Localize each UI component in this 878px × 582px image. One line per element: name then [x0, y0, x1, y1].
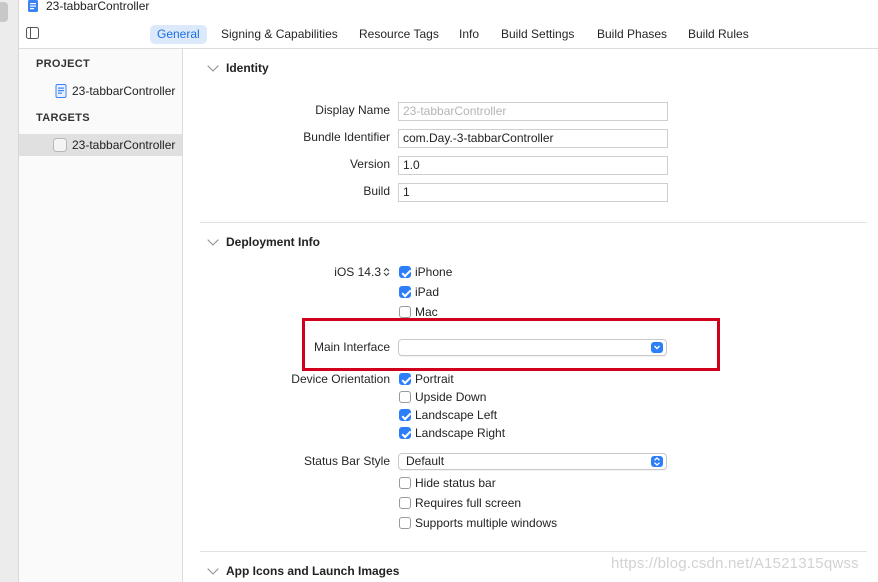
hide-status-bar-label: Hide status bar	[415, 476, 496, 490]
landscape-right-checkbox[interactable]	[399, 427, 411, 439]
section-title-app-icons: App Icons and Launch Images	[226, 564, 400, 578]
project-file-icon	[28, 0, 38, 12]
disclosure-chevron-icon[interactable]	[207, 563, 219, 575]
status-bar-style-popup[interactable]: Default	[398, 453, 667, 470]
build-label: Build	[363, 184, 390, 198]
section-divider	[200, 222, 867, 223]
up-down-chevron-icon[interactable]	[383, 267, 390, 277]
supports-multiple-windows-label: Supports multiple windows	[415, 516, 558, 530]
sidebar-item-project[interactable]: 23-tabbarController	[19, 80, 182, 102]
landscape-left-label: Landscape Left	[415, 408, 498, 422]
tab-build-rules[interactable]: Build Rules	[681, 25, 756, 44]
supports-multiple-windows-checkbox[interactable]	[399, 517, 411, 529]
editor-tab-bar: General Signing & Capabilities Resource …	[19, 17, 878, 49]
portrait-label: Portrait	[415, 372, 454, 386]
app-target-icon	[53, 138, 67, 152]
hide-status-bar-checkbox[interactable]	[399, 477, 411, 489]
watermark-text: https://blog.csdn.net/A1521315qwss	[611, 555, 859, 572]
ipad-label: iPad	[415, 285, 440, 299]
panel-handle[interactable]	[0, 2, 8, 22]
sidebar-item-target[interactable]: 23-tabbarController	[19, 134, 182, 156]
general-settings-editor: Identity Display Name 23-tabbarControlle…	[184, 49, 878, 582]
build-field[interactable]: 1	[398, 183, 668, 202]
bundle-identifier-field[interactable]: com.Day.-3-tabbarController	[398, 129, 668, 148]
tab-signing-capabilities[interactable]: Signing & Capabilities	[214, 25, 345, 44]
requires-full-screen-label: Requires full screen	[415, 496, 522, 510]
project-section-header: PROJECT	[36, 58, 91, 70]
status-bar-style-label: Status Bar Style	[303, 454, 390, 468]
landscape-left-checkbox[interactable]	[399, 409, 411, 421]
upside-down-label: Upside Down	[415, 390, 487, 404]
up-down-chevron-icon	[651, 456, 663, 467]
tab-general[interactable]: General	[150, 25, 207, 44]
requires-full-screen-checkbox[interactable]	[399, 497, 411, 509]
status-bar-style-value: Default	[406, 454, 445, 468]
sidebar-toggle-icon[interactable]	[26, 27, 39, 39]
upside-down-checkbox[interactable]	[399, 391, 411, 403]
landscape-right-label: Landscape Right	[415, 426, 506, 440]
tab-info[interactable]: Info	[452, 25, 486, 44]
tab-build-phases[interactable]: Build Phases	[590, 25, 674, 44]
device-orientation-label: Device Orientation	[291, 372, 390, 386]
tab-build-settings[interactable]: Build Settings	[494, 25, 581, 44]
portrait-checkbox[interactable]	[399, 373, 411, 385]
disclosure-chevron-icon[interactable]	[207, 60, 219, 72]
sidebar-item-label: 23-tabbarController	[72, 138, 176, 152]
ios-version-selector[interactable]: iOS 14.3	[334, 265, 381, 279]
section-title-identity: Identity	[226, 61, 269, 75]
display-name-label: Display Name	[315, 103, 390, 117]
ipad-checkbox[interactable]	[399, 286, 411, 298]
iphone-checkbox[interactable]	[399, 266, 411, 278]
project-file-icon	[55, 84, 67, 98]
iphone-label: iPhone	[415, 265, 453, 279]
section-divider	[200, 551, 867, 552]
mac-label: Mac	[415, 305, 438, 319]
window-title: 23-tabbarController	[46, 0, 150, 13]
annotation-highlight-box	[302, 318, 720, 371]
targets-section-header: TARGETS	[36, 112, 90, 124]
title-bar: 23-tabbarController	[19, 0, 878, 17]
project-navigator: PROJECT 23-tabbarController TARGETS 23-t…	[19, 49, 183, 582]
display-name-field[interactable]: 23-tabbarController	[398, 102, 668, 121]
version-field[interactable]: 1.0	[398, 156, 668, 175]
version-label: Version	[349, 157, 390, 171]
section-title-deployment-info: Deployment Info	[226, 235, 321, 249]
tab-resource-tags[interactable]: Resource Tags	[352, 25, 446, 44]
disclosure-chevron-icon[interactable]	[207, 234, 219, 246]
bundle-identifier-label: Bundle Identifier	[303, 130, 390, 144]
left-edge-panel	[0, 0, 19, 582]
sidebar-item-label: 23-tabbarController	[72, 84, 176, 98]
mac-checkbox[interactable]	[399, 306, 411, 318]
